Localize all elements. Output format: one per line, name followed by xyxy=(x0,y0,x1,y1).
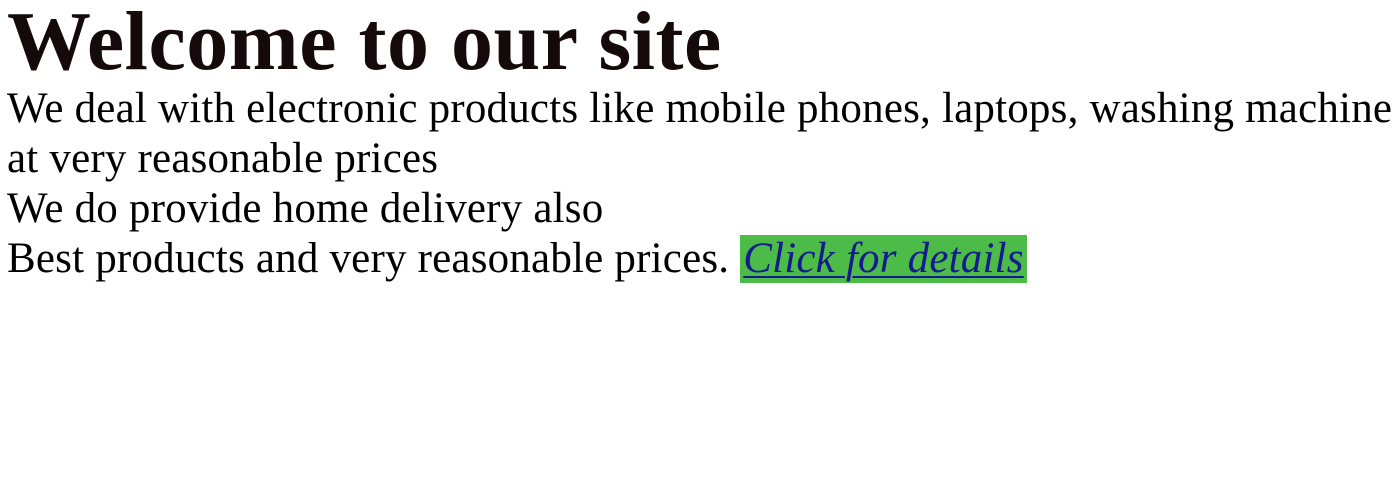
best-products-paragraph: Best products and very reasonable prices… xyxy=(7,234,1400,284)
products-paragraph: We deal with electronic products like mo… xyxy=(7,85,1393,182)
page-title: Welcome to our site xyxy=(7,0,722,88)
best-products-text: Best products and very reasonable prices… xyxy=(7,235,730,282)
details-link[interactable]: Click for details xyxy=(740,235,1027,283)
delivery-paragraph: We do provide home delivery also xyxy=(7,185,604,232)
page-content: Welcome to our site We deal with electro… xyxy=(7,0,1400,284)
